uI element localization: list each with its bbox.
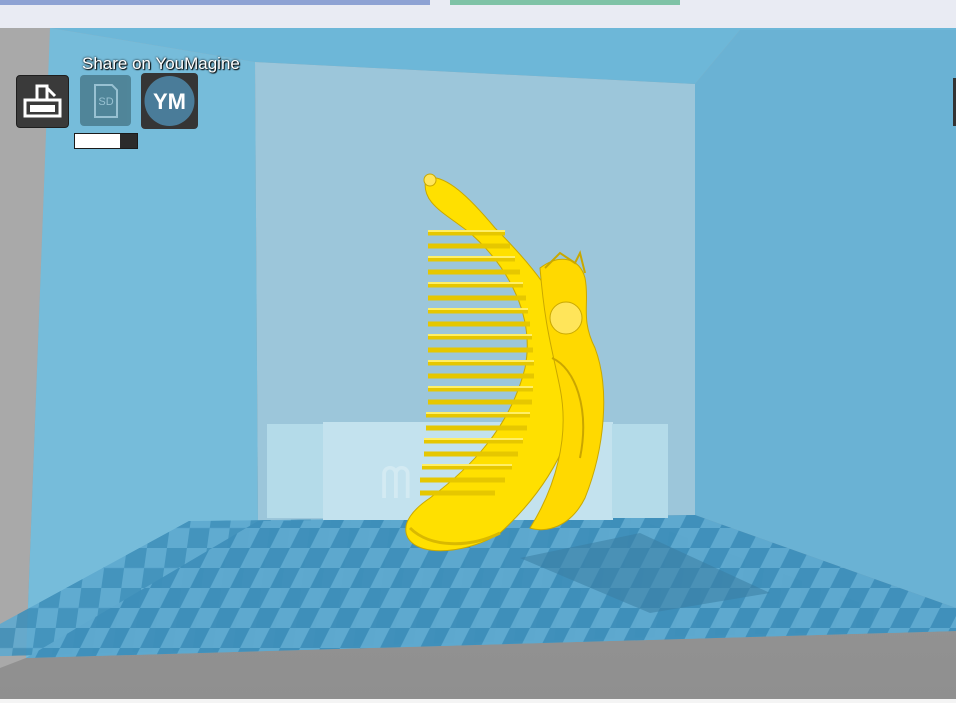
bottom-bar	[0, 699, 956, 703]
save-to-sd-button[interactable]: SD	[80, 75, 131, 126]
youmagine-label: YM	[153, 89, 186, 114]
svg-text:ᗰ: ᗰ	[380, 459, 412, 508]
3d-viewport[interactable]: ᗰ Share on YouMagine SD YM	[0, 28, 956, 699]
progress-bar-fill	[75, 134, 120, 148]
sd-card-icon: SD	[94, 84, 118, 118]
window-title-bar	[0, 0, 956, 29]
progress-bar	[74, 133, 138, 149]
youmagine-button[interactable]: YM	[141, 73, 198, 129]
print-button[interactable]	[16, 75, 69, 128]
title-strip	[0, 0, 430, 5]
title-strip-2	[450, 0, 680, 5]
right-wall	[695, 30, 956, 608]
printer-icon	[23, 84, 62, 118]
share-on-youmagine-label: Share on YouMagine	[82, 54, 240, 73]
sd-label: SD	[98, 96, 113, 108]
youmagine-icon: YM	[144, 76, 195, 126]
